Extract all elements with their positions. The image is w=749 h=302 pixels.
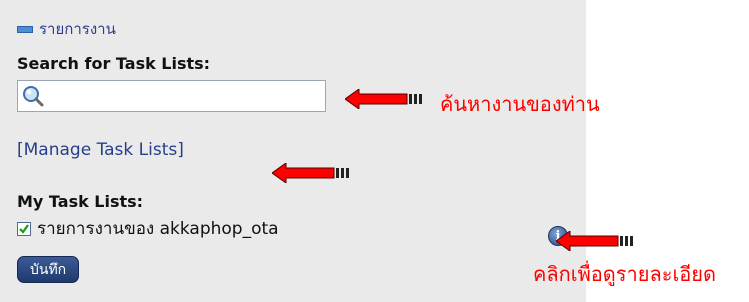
task-list-checkbox[interactable] <box>17 221 31 236</box>
info-hint-annotation: คลิกเพื่อดูรายละเอียด <box>533 262 717 286</box>
search-hint-annotation: ค้นหางานของท่าน <box>440 92 600 116</box>
task-list-item[interactable]: รายการงานของ akkaphop_ota <box>17 215 279 242</box>
search-icon <box>23 86 44 107</box>
section-header[interactable]: รายการงาน <box>17 17 116 41</box>
red-arrow-icon <box>556 231 633 251</box>
check-icon <box>19 223 29 234</box>
task-list-label: รายการงานของ akkaphop_ota <box>37 219 279 239</box>
search-label: Search for Task Lists: <box>17 54 211 73</box>
collapse-minus-icon[interactable] <box>17 25 33 33</box>
my-task-lists-label: My Task Lists: <box>17 192 144 211</box>
red-arrow-icon <box>345 89 422 109</box>
red-arrow-icon <box>272 163 349 183</box>
manage-task-lists-link[interactable]: [Manage Task Lists] <box>17 140 184 160</box>
save-button[interactable]: บันทึก <box>17 256 80 283</box>
section-title[interactable]: รายการงาน <box>39 17 116 41</box>
task-lists-panel: รายการงาน Search for Task Lists: [Manage… <box>0 0 586 302</box>
search-input[interactable] <box>17 80 326 112</box>
